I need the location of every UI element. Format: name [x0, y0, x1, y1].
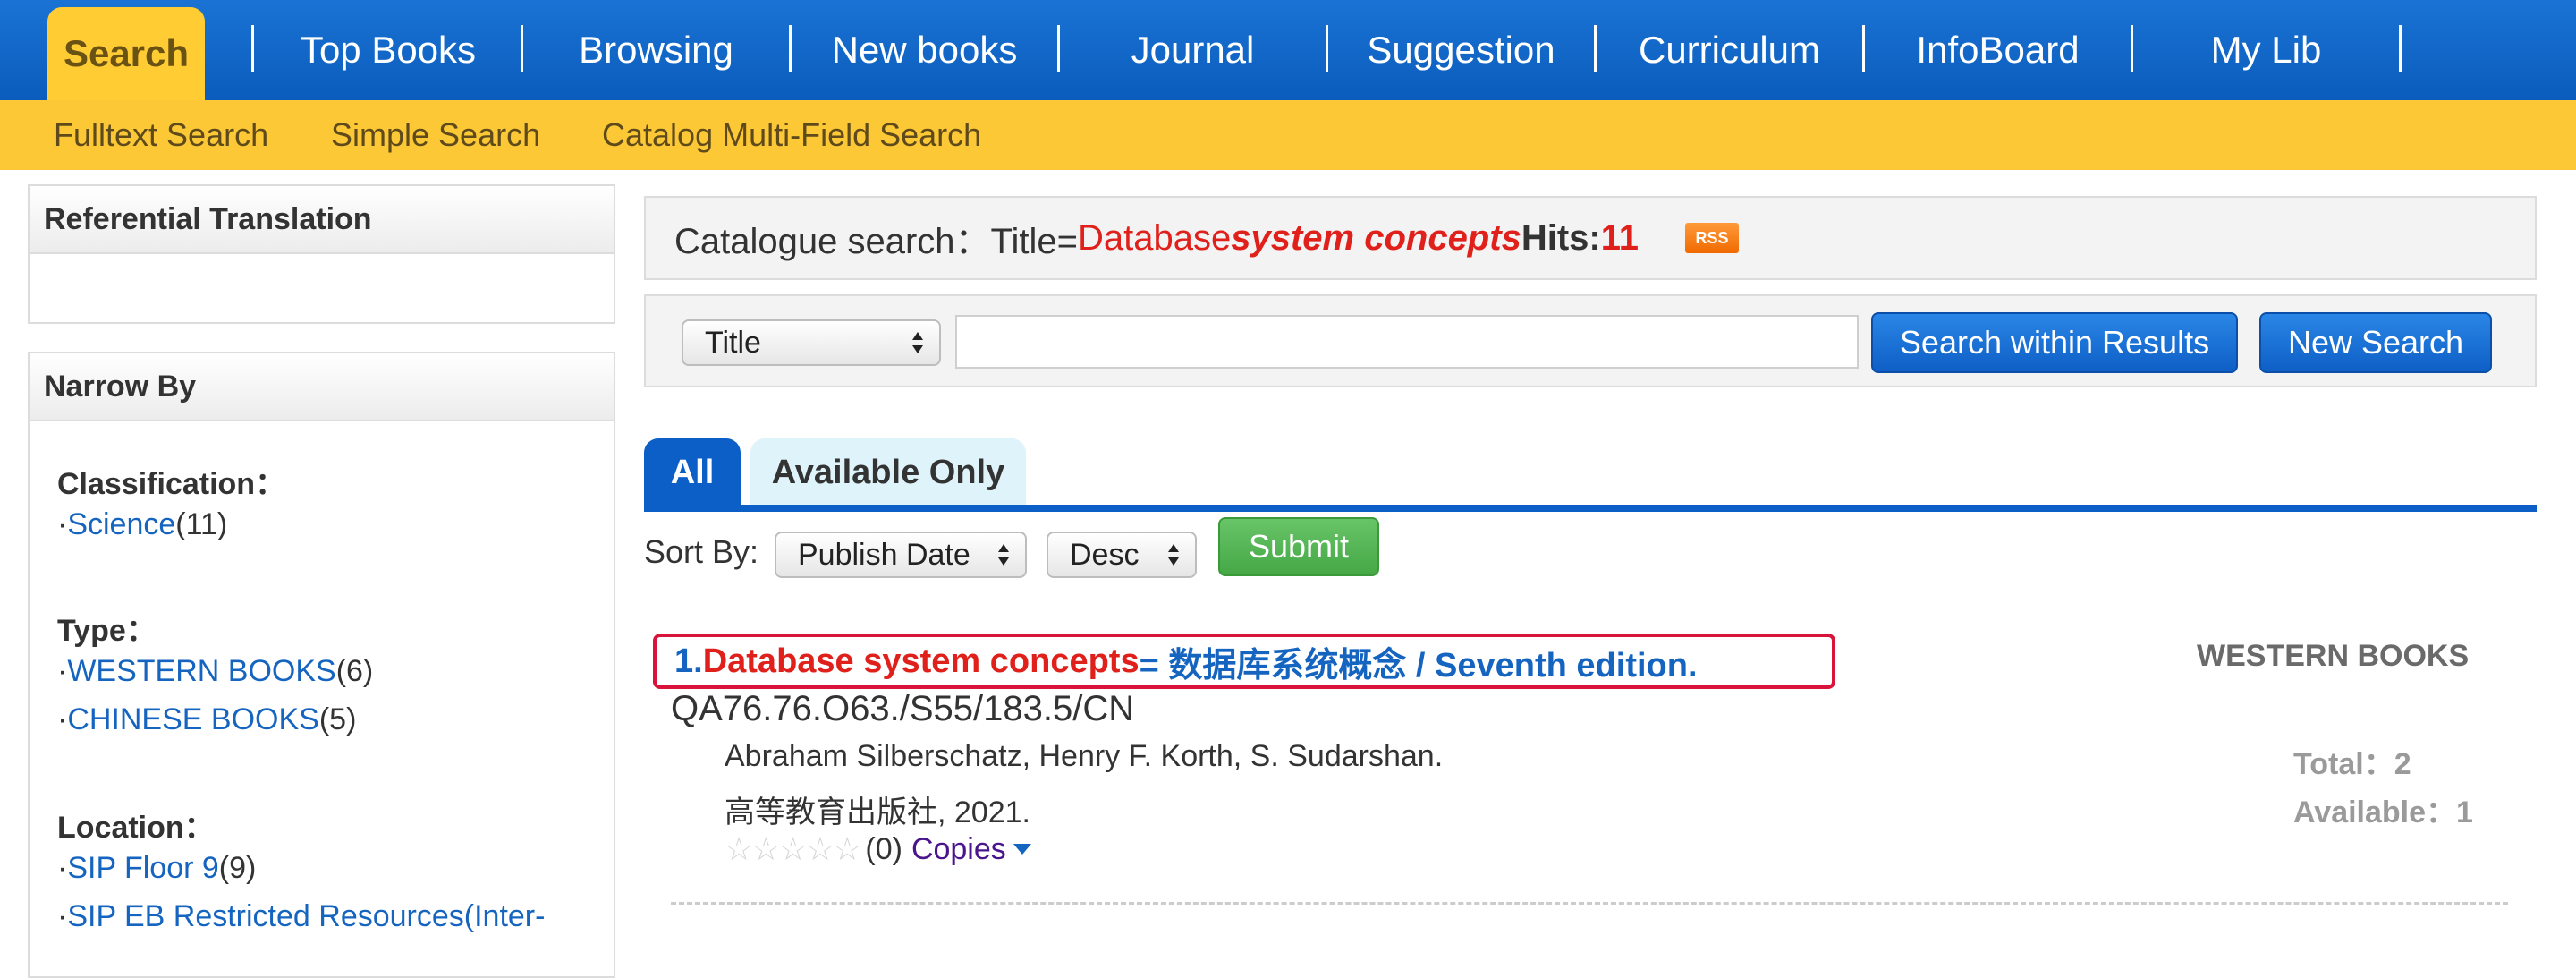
new-search-button[interactable]: New Search — [2259, 312, 2492, 373]
subnav-fulltext-search[interactable]: Fulltext Search — [54, 100, 268, 170]
facet-link-science[interactable]: Science — [67, 507, 175, 541]
result-title-link[interactable]: 1. Database system concepts = 数据库系统概念 / … — [653, 634, 1835, 689]
tabs-underline — [644, 505, 2537, 512]
copies-toggle[interactable]: Copies — [911, 832, 1006, 867]
caret-down-icon[interactable] — [1013, 844, 1031, 855]
result-divider — [671, 902, 2508, 905]
rss-feed-icon[interactable]: RSS — [1685, 223, 1739, 253]
sort-field-value: Publish Date — [798, 537, 970, 572]
facet-location-title: Location： — [57, 811, 215, 845]
search-within-input[interactable] — [955, 315, 1859, 369]
facet-type-title: Type： — [57, 614, 157, 648]
facet-count: (9) — [218, 851, 257, 885]
sort-submit-button[interactable]: Submit — [1218, 517, 1379, 576]
rating-stars-icon[interactable]: ☆☆☆☆☆ — [724, 830, 861, 868]
tab-available-only[interactable]: Available Only — [750, 438, 1026, 506]
result-type: WESTERN BOOKS — [2197, 639, 2470, 673]
facet-link-sip-floor-9[interactable]: SIP Floor 9 — [67, 851, 218, 885]
facet-item: ·WESTERN BOOKS(6) — [57, 654, 374, 688]
nav-tab-new-books[interactable]: New books — [792, 0, 1057, 100]
search-field-select[interactable]: Title — [682, 319, 941, 366]
narrow-by-title: Narrow By — [30, 353, 614, 421]
hits-label: Hits: — [1521, 217, 1601, 258]
result-title-rest: = 数据库系统概念 / Seventh edition. — [1139, 646, 1698, 685]
referential-translation-panel: Referential Translation — [28, 184, 615, 324]
result-authors: Abraham Silberschatz, Henry F. Korth, S.… — [724, 739, 1444, 773]
facet-link-sip-eb-restricted[interactable]: SIP EB Restricted Resources(Inter- — [67, 899, 545, 933]
facet-count: (5) — [318, 702, 357, 736]
facet-link-chinese-books[interactable]: CHINESE BOOKS — [67, 702, 319, 736]
nav-tab-curriculum[interactable]: Curriculum — [1597, 0, 1862, 100]
nav-tab-suggestion[interactable]: Suggestion — [1328, 0, 1594, 100]
facet-item: ·Science(11) — [57, 507, 228, 541]
result-call-number: QA76.76.O63./S55/183.5/CN — [671, 689, 1135, 728]
search-within-bar: Title Search within Results New Search — [644, 294, 2537, 387]
result-available: Available：1 — [2293, 795, 2473, 829]
subnav-simple-search[interactable]: Simple Search — [331, 100, 540, 170]
facet-count: (11) — [175, 507, 228, 541]
select-arrows-icon — [998, 544, 1009, 566]
nav-tab-infoboard[interactable]: InfoBoard — [1865, 0, 2131, 100]
referential-translation-title: Referential Translation — [30, 186, 614, 254]
nav-tab-my-lib[interactable]: My Lib — [2133, 0, 2399, 100]
facet-item: ·SIP EB Restricted Resources(Inter- — [57, 899, 546, 933]
narrow-by-panel: Narrow By Classification： ·Science(11) T… — [28, 352, 615, 978]
result-total: Total：2 — [2293, 747, 2411, 781]
nav-tab-top-books[interactable]: Top Books — [254, 0, 522, 100]
rating-count: (0) — [865, 831, 902, 866]
search-summary-bar: Catalogue search：Title= Database system … — [644, 196, 2537, 280]
sort-order-value: Desc — [1070, 537, 1140, 572]
select-arrows-icon — [1168, 544, 1179, 566]
facet-link-western-books[interactable]: WESTERN BOOKS — [67, 654, 335, 688]
search-term: Database — [1077, 217, 1232, 258]
nav-tab-browsing[interactable]: Browsing — [523, 0, 789, 100]
result-rating: ☆☆☆☆☆ (0) Copies — [724, 830, 1031, 868]
sub-navigation: Fulltext Search Simple Search Catalog Mu… — [0, 100, 2576, 170]
facet-count: (6) — [335, 654, 374, 688]
search-within-results-button[interactable]: Search within Results — [1871, 312, 2238, 373]
sort-by-label: Sort By: — [644, 533, 759, 570]
result-number: 1. — [674, 642, 703, 680]
nav-separator — [2399, 25, 2402, 72]
result-publisher: 高等教育出版社, 2021. — [724, 795, 1030, 829]
facet-classification-title: Classification： — [57, 467, 286, 501]
search-term-emphasis: system concepts — [1231, 217, 1521, 258]
search-summary-prefix: Catalogue search：Title= — [674, 222, 1078, 261]
main-navigation: Search Top Books Browsing New books Jour… — [0, 0, 2576, 100]
hits-count: 11 — [1600, 217, 1639, 258]
subnav-catalog-multi-field-search[interactable]: Catalog Multi-Field Search — [602, 100, 981, 170]
search-field-value: Title — [705, 325, 761, 360]
result-title-highlight: Database system concepts — [702, 642, 1140, 680]
sort-field-select[interactable]: Publish Date — [775, 532, 1027, 578]
facet-item: ·SIP Floor 9(9) — [57, 851, 257, 885]
select-arrows-icon — [912, 332, 923, 353]
nav-tab-journal[interactable]: Journal — [1060, 0, 1326, 100]
tab-all[interactable]: All — [644, 438, 741, 506]
facet-item: ·CHINESE BOOKS(5) — [57, 702, 357, 736]
sort-order-select[interactable]: Desc — [1046, 532, 1197, 578]
nav-tab-search[interactable]: Search — [47, 7, 205, 100]
